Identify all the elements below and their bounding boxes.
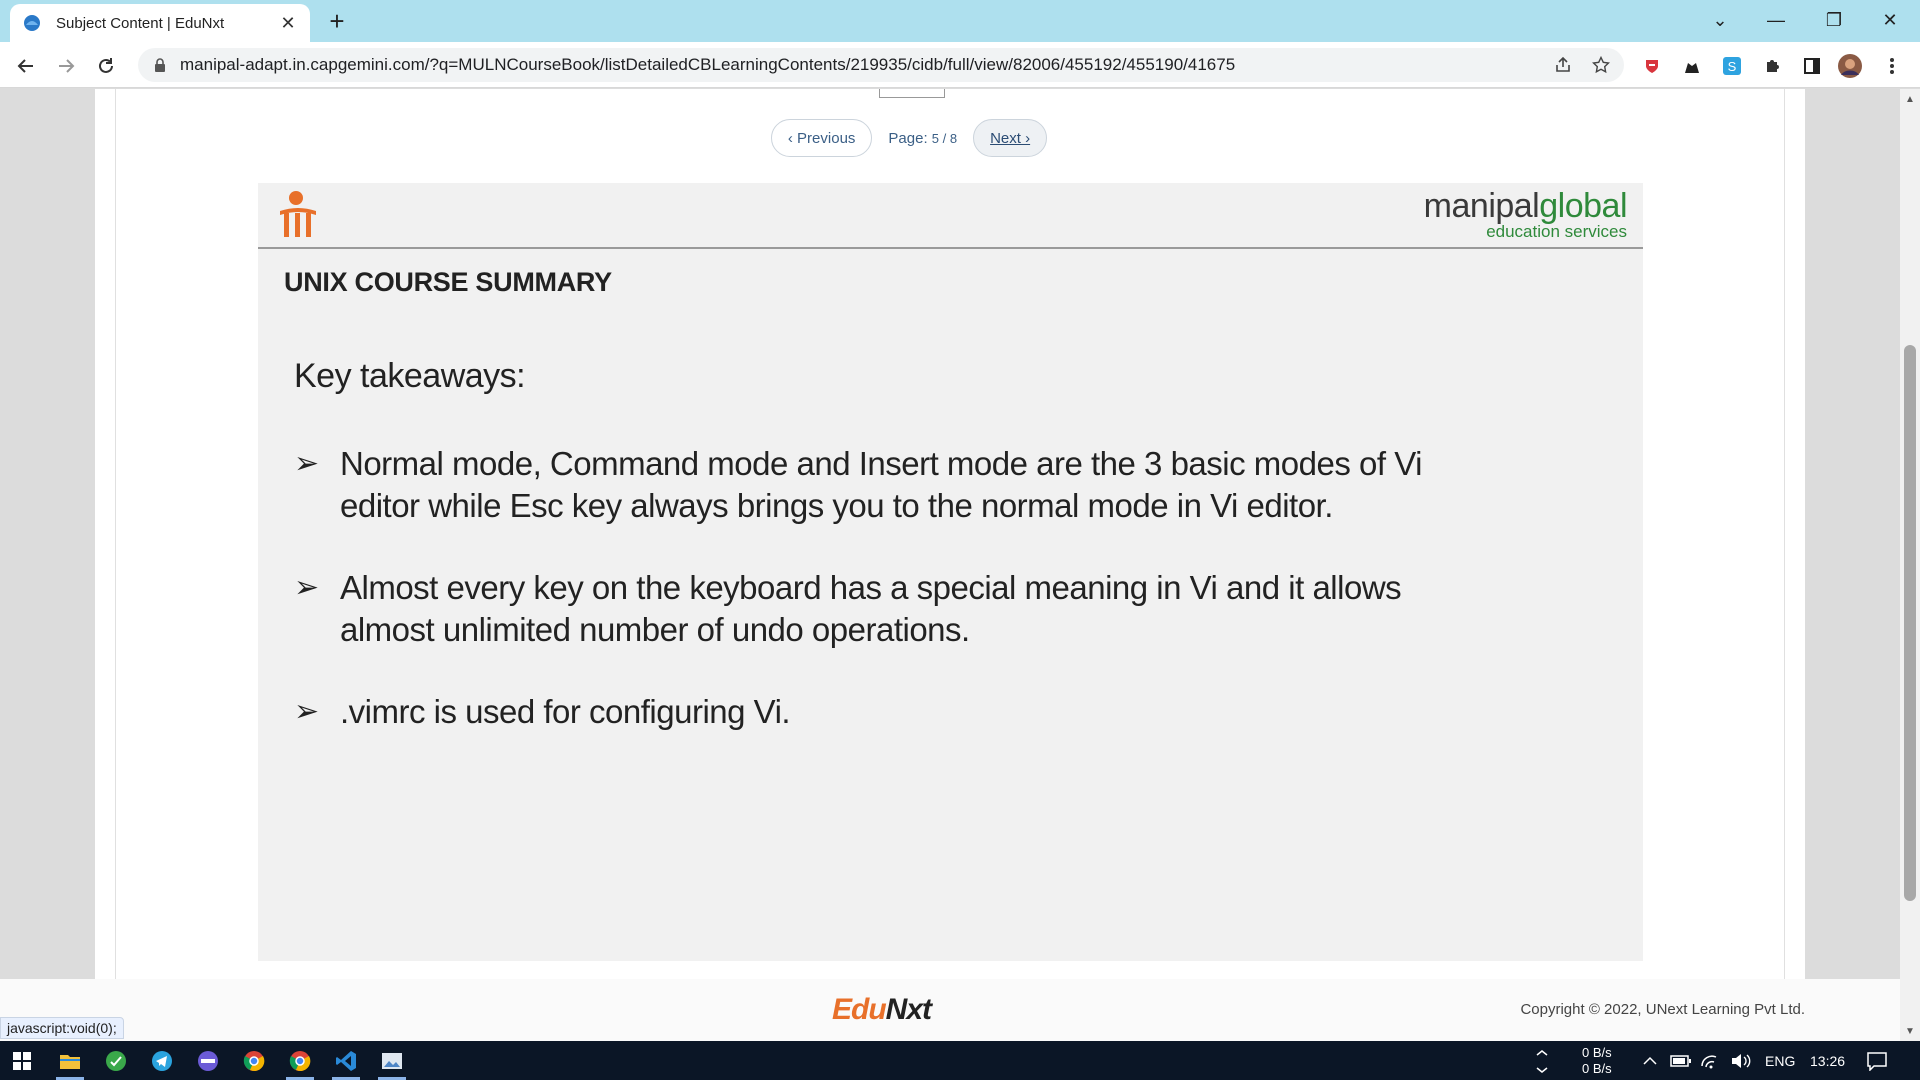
windows-start-icon[interactable] [2, 1045, 42, 1077]
windows-taskbar: 0 B/s 0 B/s ENG 13:26 [0, 1041, 1920, 1080]
clock-time[interactable]: 13:26 [1810, 1041, 1845, 1080]
course-slide: manipalglobal education services UNIX CO… [258, 183, 1643, 961]
page-prefix: Page: [888, 129, 928, 147]
tab-title: Subject Content | EduNxt [56, 14, 225, 32]
chat-app-icon[interactable] [188, 1045, 228, 1077]
next-page-button[interactable]: Next › [973, 119, 1048, 157]
previous-page-button[interactable]: ‹ Previous [770, 119, 873, 157]
page-indicator: Page: 5 / 8 [888, 130, 957, 147]
arrow-bullet-icon: ➢ [294, 447, 320, 480]
profile-avatar[interactable] [1838, 54, 1862, 78]
vscode-icon[interactable] [326, 1045, 366, 1080]
new-tab-button[interactable]: + [322, 6, 352, 36]
telegram-icon[interactable] [142, 1045, 182, 1077]
content-column: ‹ Previous Page: 5 / 8 Next › manipalglo… [95, 89, 1805, 979]
arrow-bullet-icon: ➢ [294, 695, 320, 728]
address-bar[interactable]: manipal-adapt.in.capgemini.com/?q=MULNCo… [138, 48, 1624, 82]
edunxt-logo-part1: Edu [832, 993, 887, 1026]
volume-icon[interactable] [1730, 1041, 1752, 1080]
bullet-text: Normal mode, Command mode and Insert mod… [340, 445, 1422, 524]
manipal-logo-icon [280, 191, 316, 237]
bullet-text: .vimrc is used for configuring Vi. [340, 693, 791, 730]
bullet-item: ➢ Normal mode, Command mode and Insert m… [294, 443, 1454, 527]
minimize-button[interactable]: — [1748, 0, 1804, 40]
browser-tabbar: Subject Content | EduNxt ✕ + ⌄ — ❐ ✕ [0, 0, 1920, 42]
edunxt-favicon-icon [24, 15, 40, 31]
scroll-down-arrow-icon[interactable]: ▼ [1900, 1021, 1920, 1041]
vpn-app-icon[interactable] [96, 1045, 136, 1077]
zoom-size-select[interactable] [879, 89, 945, 99]
tab-close-icon[interactable]: ✕ [278, 13, 298, 34]
slide-title: UNIX COURSE SUMMARY [284, 267, 612, 297]
page-footer: EduNxt Copyright © 2022, UNext Learning … [0, 979, 1900, 1041]
image-viewer-icon[interactable] [372, 1045, 412, 1080]
page-navigation: ‹ Previous Page: 5 / 8 Next › [95, 119, 1805, 157]
network-download: 0 B/s [1582, 1061, 1612, 1076]
brand-name-dark: manipal [1423, 187, 1540, 225]
network-speed: 0 B/s 0 B/s [1582, 1045, 1612, 1077]
bullet-item: ➢ .vimrc is used for configuring Vi. [294, 691, 1454, 733]
extensions-puzzle-icon[interactable] [1760, 54, 1784, 78]
side-panel-icon[interactable] [1800, 54, 1824, 78]
zoom-size-control-partial [875, 89, 945, 99]
network-upload: 0 B/s [1582, 1045, 1612, 1060]
slide-subtitle: Key takeaways: [294, 357, 526, 395]
lock-icon [155, 58, 165, 72]
reload-icon [99, 58, 113, 73]
browser-tab-active[interactable]: Subject Content | EduNxt ✕ [10, 4, 310, 42]
url-text: manipal-adapt.in.capgemini.com/?q=MULNCo… [180, 55, 1236, 74]
restore-button[interactable]: ❐ [1806, 0, 1862, 40]
s-extension-icon[interactable]: S [1720, 54, 1744, 78]
copyright-text: Copyright © 2022, UNext Learning Pvt Ltd… [1520, 1001, 1805, 1018]
edunxt-logo[interactable]: EduNxt [832, 993, 932, 1027]
shield-extension-icon[interactable] [1640, 54, 1664, 78]
page-value: 5 / 8 [931, 130, 958, 146]
window-close-button[interactable]: ✕ [1862, 0, 1918, 40]
bookmark-star-icon[interactable] [1586, 50, 1616, 80]
browser-menu-icon[interactable] [1880, 54, 1904, 78]
back-button[interactable] [10, 50, 42, 82]
bullet-item: ➢ Almost every key on the keyboard has a… [294, 567, 1454, 651]
back-arrow-icon [17, 59, 33, 73]
slide-header: manipalglobal education services [258, 183, 1643, 249]
tray-overflow-icon[interactable] [1534, 1041, 1550, 1080]
browser-toolbar: manipal-adapt.in.capgemini.com/?q=MULNCo… [0, 42, 1920, 88]
share-icon[interactable] [1548, 50, 1578, 80]
scroll-up-arrow-icon[interactable]: ▲ [1900, 89, 1920, 109]
page-viewport: ‹ Previous Page: 5 / 8 Next › manipalglo… [0, 89, 1900, 1041]
bullet-list: ➢ Normal mode, Command mode and Insert m… [294, 443, 1454, 773]
svg-text:S: S [1728, 59, 1737, 74]
page-scrollbar[interactable]: ▲ ▼ [1900, 89, 1920, 1041]
manipal-global-brand: manipalglobal education services [1423, 187, 1628, 242]
battery-icon[interactable] [1670, 1041, 1692, 1080]
reload-button[interactable] [90, 50, 122, 82]
file-explorer-icon[interactable] [50, 1045, 90, 1080]
brand-name-green: global [1539, 187, 1627, 225]
edunxt-logo-part2: Nxt [885, 993, 932, 1026]
language-indicator[interactable]: ENG [1765, 1041, 1795, 1080]
forward-button[interactable] [50, 50, 82, 82]
scroll-thumb[interactable] [1904, 345, 1916, 901]
forward-arrow-icon [59, 59, 75, 73]
bullet-text: Almost every key on the keyboard has a s… [340, 569, 1402, 648]
chrome-icon[interactable] [234, 1045, 274, 1077]
link-status-bar: javascript:void(0); [0, 1017, 124, 1039]
show-hidden-icons-chevron-icon[interactable] [1642, 1041, 1658, 1080]
arrow-bullet-icon: ➢ [294, 571, 320, 604]
chrome-active-window-icon[interactable] [280, 1045, 320, 1080]
notification-center-icon[interactable] [1866, 1041, 1888, 1080]
wifi-icon[interactable] [1700, 1041, 1720, 1080]
tab-search-icon[interactable]: ⌄ [1692, 0, 1748, 40]
cat-extension-icon[interactable] [1680, 54, 1704, 78]
